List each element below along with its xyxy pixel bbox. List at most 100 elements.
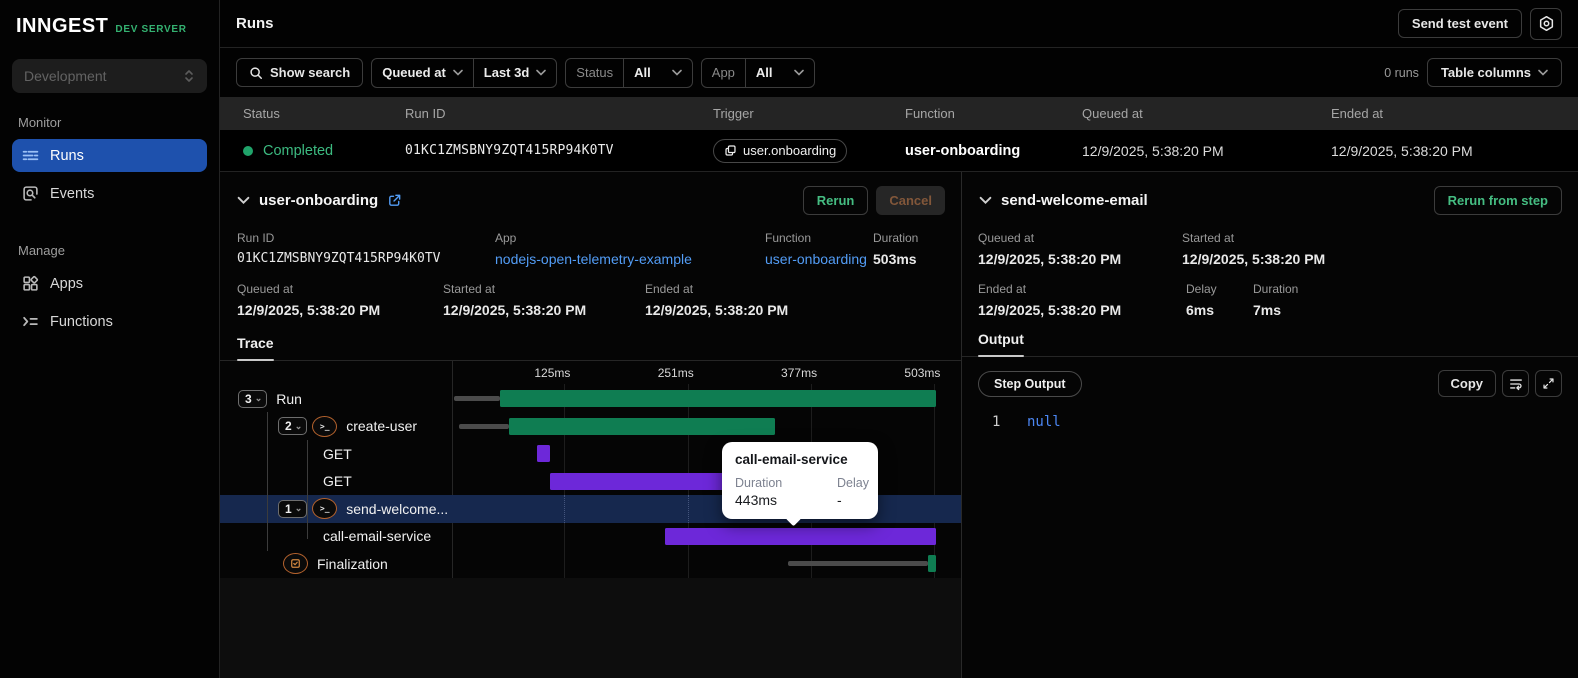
sidebar-item-label: Events xyxy=(50,185,95,202)
app-filter-dropdown[interactable]: All xyxy=(746,59,814,87)
trace-row-Finalization[interactable]: Finalization xyxy=(220,550,961,578)
expand-button[interactable] xyxy=(1535,370,1562,397)
step-queued-field: Queued at 12/9/2025, 5:38:20 PM xyxy=(978,231,1122,267)
collapse-chevron-icon[interactable] xyxy=(237,196,250,205)
output-code: 1 null xyxy=(962,397,1578,430)
queued-at-dropdown[interactable]: Queued at xyxy=(372,59,473,87)
sidebar-item-events[interactable]: Events xyxy=(12,177,207,210)
step-ended-field: Ended at 12/9/2025, 5:38:20 PM xyxy=(978,282,1122,318)
trace-row-label: GET xyxy=(220,468,452,496)
span-bar-create-user[interactable] xyxy=(508,417,775,435)
table-row[interactable]: Completed 01KC1ZMSBNY9ZQT415RP94K0TV use… xyxy=(220,130,1578,171)
run-meta-row-1: Run ID 01KC1ZMSBNY9ZQT415RP94K0TV App no… xyxy=(220,231,961,267)
trace-span-name: Finalization xyxy=(317,555,388,572)
span-bar-call-email-service[interactable] xyxy=(665,527,937,545)
queue-duration-line xyxy=(458,423,509,429)
show-search-button[interactable]: Show search xyxy=(236,58,364,87)
status-filter-label: Status xyxy=(576,65,614,80)
collapse-count-badge[interactable]: 2 ⌄ xyxy=(278,417,308,436)
status-filter-dropdown[interactable]: All xyxy=(624,59,692,87)
status-label: Completed xyxy=(263,142,334,159)
span-bar-GET[interactable] xyxy=(536,445,550,462)
trace-span-name: Run xyxy=(276,390,302,407)
runs-icon xyxy=(22,147,39,164)
trace-row-call-email-service[interactable]: call-email-service xyxy=(220,523,961,551)
trace-row-label: 2 ⌄ >_ create-user xyxy=(220,413,452,441)
function-link[interactable]: user-onboarding xyxy=(765,251,873,267)
dotted-gridline xyxy=(564,495,566,523)
rerun-from-step-button[interactable]: Rerun from step xyxy=(1433,186,1562,215)
table-columns-button[interactable]: Table columns xyxy=(1426,58,1562,87)
column-header-status: Status xyxy=(243,106,280,121)
function-name: user-onboarding xyxy=(905,142,1021,159)
step-output-chip[interactable]: Step Output xyxy=(978,370,1082,397)
output-toolbar: Step Output Copy xyxy=(962,357,1578,397)
sidebar-item-label: Apps xyxy=(50,275,84,292)
collapse-count-badge[interactable]: 1 ⌄ xyxy=(278,499,308,518)
time-range-dropdown[interactable]: Last 3d xyxy=(474,59,557,87)
collapse-chevron-icon[interactable] xyxy=(979,196,992,205)
sidebar: INNGEST DEV SERVER Development Monitor R… xyxy=(0,0,220,678)
send-test-event-button[interactable]: Send test event xyxy=(1397,9,1522,38)
started-at-field: Started at 12/9/2025, 5:38:20 PM xyxy=(443,282,587,318)
app-link[interactable]: nodejs-open-telemetry-example xyxy=(495,251,765,267)
step-run-icon: >_ xyxy=(312,415,338,437)
sidebar-item-runs[interactable]: Runs xyxy=(12,139,207,172)
trace-span-name: GET xyxy=(323,473,352,490)
word-wrap-icon xyxy=(1509,377,1523,391)
rerun-button[interactable]: Rerun xyxy=(802,186,869,215)
inngest-dev-server-app: INNGEST DEV SERVER Development Monitor R… xyxy=(0,0,1578,678)
trace-row-timeline xyxy=(452,523,961,551)
column-header-run-id: Run ID xyxy=(405,106,446,121)
run-status-cell: Completed xyxy=(243,143,405,159)
trace-row-create-user[interactable]: 2 ⌄ >_ create-user xyxy=(220,413,961,441)
step-started-field: Started at 12/9/2025, 5:38:20 PM xyxy=(1182,231,1326,267)
trace-row-Run[interactable]: 3 ⌄ Run xyxy=(220,385,961,413)
settings-button[interactable] xyxy=(1530,7,1562,40)
chevron-down-icon xyxy=(536,69,547,76)
details-split: user-onboarding Rerun Cancel Run ID 01KC… xyxy=(220,171,1578,678)
chevron-down-icon xyxy=(671,69,682,76)
cancel-button[interactable]: Cancel xyxy=(876,186,945,215)
page-title: Runs xyxy=(236,15,274,32)
queue-duration-line xyxy=(787,561,928,566)
tab-output[interactable]: Output xyxy=(978,331,1024,357)
word-wrap-button[interactable] xyxy=(1502,370,1529,397)
status-dot-completed xyxy=(243,145,253,156)
step-meta-row-1: Queued at 12/9/2025, 5:38:20 PM Started … xyxy=(962,231,1578,267)
app-filter-group: App All xyxy=(700,57,815,88)
step-title: send-welcome-email xyxy=(1001,192,1148,209)
app-filter-label: App xyxy=(711,65,735,80)
collapse-count-badge[interactable]: 3 ⌄ xyxy=(238,389,268,408)
run-meta-row-2: Queued at 12/9/2025, 5:38:20 PM Started … xyxy=(220,282,961,318)
trace-tabbar: Trace xyxy=(220,335,961,361)
ended-at-value: 12/9/2025, 5:38:20 PM xyxy=(1331,142,1473,159)
sidebar-item-functions[interactable]: Functions xyxy=(12,305,207,338)
run-id-field: Run ID 01KC1ZMSBNY9ZQT415RP94K0TV xyxy=(237,231,441,266)
run-details-header: user-onboarding Rerun Cancel xyxy=(220,172,961,227)
trigger-event-badge[interactable]: user.onboarding xyxy=(713,138,848,163)
span-bar-Finalization[interactable] xyxy=(927,555,937,572)
chevron-down-icon xyxy=(793,69,804,76)
finalization-icon xyxy=(283,553,308,575)
output-actions: Copy xyxy=(1437,370,1562,397)
span-bar-GET[interactable] xyxy=(549,472,727,490)
trace-row-timeline xyxy=(452,550,961,578)
external-link-icon[interactable] xyxy=(387,193,402,208)
run-actions: Rerun Cancel xyxy=(802,186,945,215)
inngest-logo: INNGEST xyxy=(16,15,109,37)
nav-section-monitor: Monitor xyxy=(18,115,62,130)
sidebar-item-apps[interactable]: Apps xyxy=(12,267,207,300)
copy-button[interactable]: Copy xyxy=(1437,370,1496,397)
tooltip-title: call-email-service xyxy=(735,452,848,467)
queue-duration-line xyxy=(453,396,500,401)
tab-trace[interactable]: Trace xyxy=(237,335,274,361)
span-bar-Run[interactable] xyxy=(499,390,937,407)
run-title: user-onboarding xyxy=(259,192,379,209)
sidebar-item-label: Runs xyxy=(50,147,84,164)
trace-span-name: call-email-service xyxy=(323,528,432,545)
axis-tick-label: 377ms xyxy=(781,366,818,380)
trace-row-timeline xyxy=(452,385,961,413)
environment-select[interactable]: Development xyxy=(12,59,207,93)
trace-span-name: create-user xyxy=(346,418,418,435)
